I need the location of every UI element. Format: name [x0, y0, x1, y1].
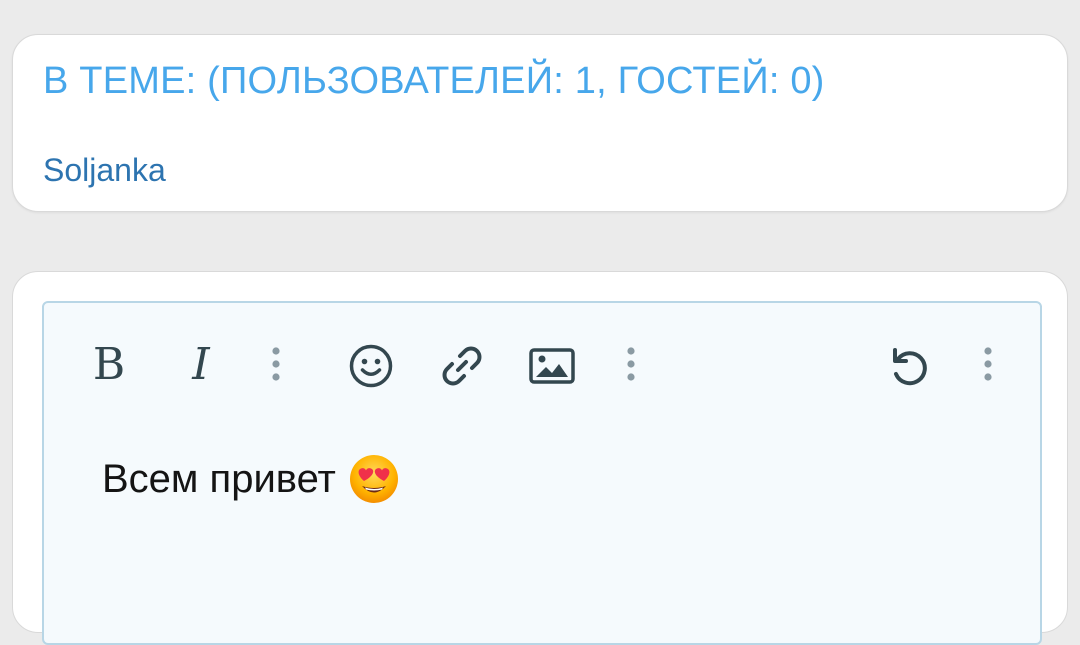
image-icon	[529, 348, 575, 384]
online-users-title[interactable]: В ТЕМЕ: (ПОЛЬЗОВАТЕЛЕЙ: 1, ГОСТЕЙ: 0)	[43, 60, 825, 103]
undo-icon	[893, 348, 927, 386]
reply-editor[interactable]: B I Всем привет	[42, 301, 1042, 645]
online-users-card: В ТЕМЕ: (ПОЛЬЗОВАТЕЛЕЙ: 1, ГОСТЕЙ: 0) So…	[12, 34, 1068, 212]
heart-eyes-emoji-icon	[349, 455, 398, 503]
online-user-link[interactable]: Soljanka	[43, 152, 166, 189]
message-text-area[interactable]: Всем привет	[102, 453, 400, 505]
more-vertical-icon	[627, 347, 635, 381]
smile-icon	[349, 344, 393, 388]
more-vertical-icon	[272, 347, 280, 381]
italic-button[interactable]: I	[176, 339, 226, 390]
insert-image-button[interactable]	[528, 346, 576, 386]
link-icon	[442, 346, 482, 386]
more-options-button[interactable]	[976, 344, 1000, 384]
more-vertical-icon	[984, 347, 992, 381]
more-insert-options-button[interactable]	[619, 344, 643, 384]
message-text: Всем привет	[102, 456, 336, 501]
more-text-options-button[interactable]	[264, 344, 288, 384]
insert-link-button[interactable]	[438, 342, 486, 390]
reply-card: B I Всем привет	[12, 271, 1068, 645]
emoji-button[interactable]	[348, 343, 394, 389]
editor-toolbar: B I	[44, 303, 1040, 413]
undo-button[interactable]	[885, 342, 933, 390]
bold-button[interactable]: B	[84, 339, 134, 390]
